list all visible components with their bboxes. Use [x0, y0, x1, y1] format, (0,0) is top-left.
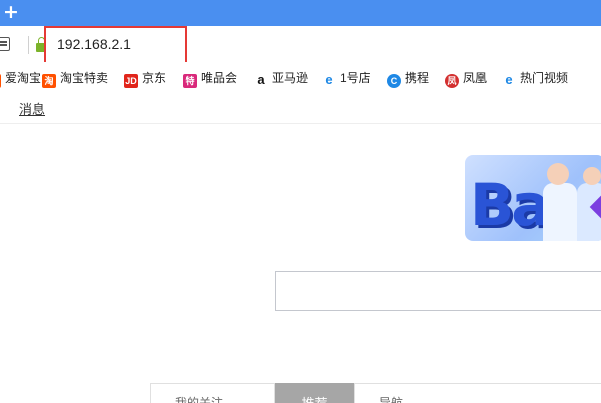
toolbar-divider [28, 36, 29, 54]
doctor-head [547, 163, 569, 185]
messages-link[interactable]: 消息 [19, 99, 45, 118]
bookmark-taobao-temai[interactable]: 淘淘宝特卖 [42, 69, 108, 88]
bookmark-label: 热门视频 [520, 71, 569, 85]
bookmark-label: 凤凰 [463, 71, 488, 85]
bookmark-jd[interactable]: JD 京东 [124, 69, 166, 88]
bookmark-label: 京东 [142, 71, 167, 85]
bookmark-label: 1号店 [340, 71, 371, 85]
taobao-icon: 淘 [0, 74, 1, 88]
highlight-annotation-box [44, 26, 187, 67]
bookmark-label: 唯品会 [201, 71, 238, 85]
bookmark-yihaodian[interactable]: e 1号店 [322, 69, 371, 87]
amazon-icon: a [254, 73, 268, 87]
jd-icon: JD [124, 74, 138, 88]
bookmark-hot-video[interactable]: e 热门视频 [502, 69, 568, 87]
bookmark-label: 携程 [405, 71, 430, 85]
bookmark-vip[interactable]: 特唯品会 [183, 69, 237, 88]
bookmark-ifeng[interactable]: 凤凤凰 [445, 69, 487, 88]
tab-my-follow[interactable]: 我的关注 [150, 383, 275, 403]
bookmark-label: 淘宝特卖 [60, 71, 109, 85]
bookmark-ai-taobao[interactable]: 淘爱淘宝 [0, 69, 41, 88]
ie-icon: e [502, 73, 516, 87]
page-icon[interactable] [0, 37, 10, 51]
nurse-head [583, 167, 601, 185]
baidu-logo[interactable]: Bai [465, 155, 601, 241]
bookmark-amazon[interactable]: a 亚马逊 [254, 69, 308, 87]
browser-tabstrip: + [0, 0, 601, 26]
search-input[interactable] [275, 271, 601, 311]
ctrip-icon: C [387, 74, 401, 88]
content-tabs: 我的关注 推荐 导航 [150, 383, 601, 403]
ifeng-icon: 凤 [445, 74, 459, 88]
bookmark-ctrip[interactable]: C 携程 [387, 69, 429, 88]
tab-navigation[interactable]: 导航 [354, 383, 601, 403]
doctor-illustration [543, 183, 577, 241]
ie-icon: e [322, 73, 336, 87]
bookmarks-bar: 淘爱淘宝 淘淘宝特卖 JD京东 特唯品会 a亚马逊 e1号店 C携程 凤凤凰 e… [0, 62, 601, 90]
new-tab-button[interactable]: + [3, 1, 19, 23]
vip-icon: 特 [183, 74, 197, 88]
bookmark-label: 爱淘宝 [5, 71, 42, 85]
taobao-tao-icon: 淘 [42, 74, 56, 88]
page-top-nav: 消息 [0, 90, 601, 124]
bookmark-label: 亚马逊 [272, 71, 309, 85]
tab-recommend[interactable]: 推荐 [275, 383, 354, 403]
